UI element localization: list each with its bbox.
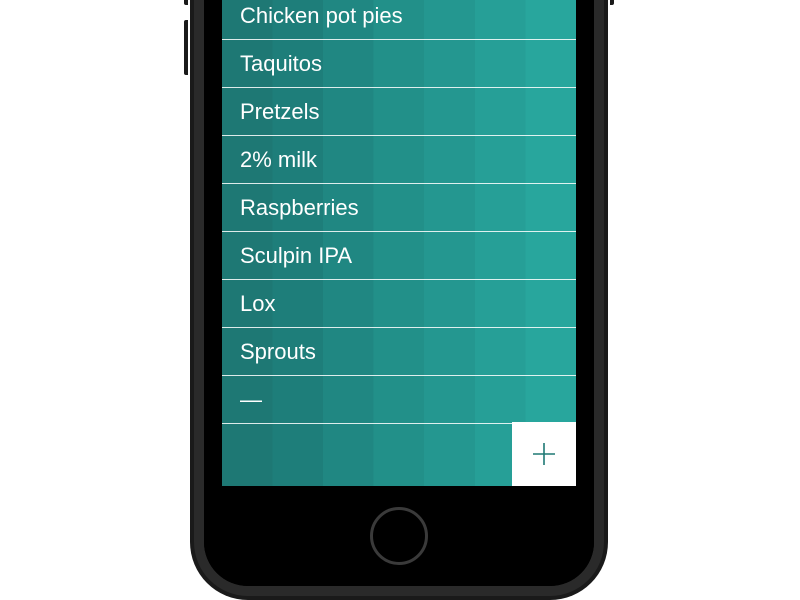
list-item[interactable]: Pretzels (222, 88, 576, 136)
list-item[interactable]: — (222, 376, 576, 424)
volume-down-button (184, 20, 188, 75)
power-button (610, 0, 614, 5)
list-item[interactable]: Chicken pot pies (222, 0, 576, 40)
volume-up-button (184, 0, 188, 5)
app-screen: — — — Sourdough bread Orange juice Turke… (222, 0, 576, 486)
phone-body: — — — Sourdough bread Orange juice Turke… (194, 0, 604, 596)
screen-wrap: — — — Sourdough bread Orange juice Turke… (204, 0, 594, 586)
bezel-bottom (204, 486, 594, 586)
grocery-list[interactable]: — — — Sourdough bread Orange juice Turke… (222, 0, 576, 486)
phone-frame: — — — Sourdough bread Orange juice Turke… (190, 0, 608, 600)
plus-icon (529, 439, 559, 469)
home-button[interactable] (370, 507, 428, 565)
add-item-button[interactable] (512, 422, 576, 486)
list-item[interactable]: Raspberries (222, 184, 576, 232)
list-item[interactable]: Sculpin IPA (222, 232, 576, 280)
list-item[interactable]: 2% milk (222, 136, 576, 184)
list-item[interactable]: Lox (222, 280, 576, 328)
list-item[interactable]: Taquitos (222, 40, 576, 88)
list-item[interactable]: Sprouts (222, 328, 576, 376)
